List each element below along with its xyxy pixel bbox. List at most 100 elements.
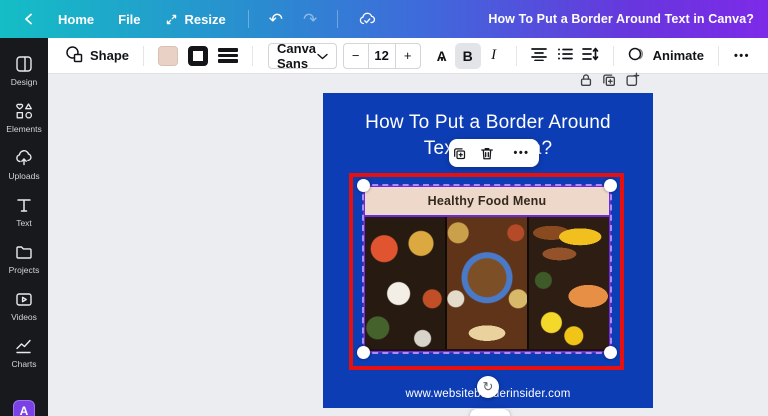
toolbar-divider <box>252 46 253 66</box>
app-a-icon: A <box>13 400 35 416</box>
resize-icon <box>165 13 178 26</box>
line-spacing-icon <box>582 47 599 64</box>
resize-handle-top-left[interactable] <box>357 179 370 192</box>
sidebar-item-elements[interactable]: Elements <box>0 94 48 141</box>
shape-button[interactable]: Shape <box>60 41 134 70</box>
selected-image-element[interactable]: Healthy Food Menu <box>363 185 611 353</box>
file-menu-button[interactable]: File <box>108 6 150 33</box>
bullet-list-icon <box>557 47 573 64</box>
fill-color-swatch[interactable] <box>158 46 178 66</box>
text-icon <box>14 195 34 215</box>
file-label: File <box>118 12 140 27</box>
resize-handle-bottom-right[interactable] <box>604 346 617 359</box>
document-title[interactable]: How To Put a Border Around Text in Canva… <box>488 12 754 26</box>
chevron-down-icon <box>317 48 328 63</box>
menu-header-banner: Healthy Food Menu <box>365 187 609 217</box>
sidebar-item-text[interactable]: Text <box>0 188 48 235</box>
chart-icon <box>14 336 34 356</box>
topbar-divider <box>337 10 338 28</box>
sidebar-item-charts[interactable]: Charts <box>0 329 48 376</box>
text-align-button[interactable] <box>526 43 552 69</box>
font-size-decrease-button[interactable]: − <box>344 44 368 68</box>
bullet-list-button[interactable] <box>552 43 578 69</box>
upload-cloud-icon <box>14 148 34 168</box>
border-weight-button[interactable] <box>218 46 238 66</box>
design-icon <box>14 54 34 74</box>
bold-icon: B <box>463 48 473 64</box>
toolbar-divider <box>718 46 719 66</box>
food-photo-right <box>529 217 609 349</box>
border-color-swatch[interactable] <box>188 46 208 66</box>
sidebar-label: Design <box>11 77 37 87</box>
sidebar-label: Uploads <box>8 171 39 181</box>
canva-editor-window: Home File Resize ↶ ↷ How To Put a Border… <box>0 0 768 416</box>
chevron-left-icon <box>22 12 36 26</box>
font-size-control: − 12 + <box>343 43 421 69</box>
context-toolbar: Shape Canva Sans − 12 + A B I <box>48 38 768 74</box>
sidebar-app-shortcut[interactable]: A <box>13 400 35 416</box>
toolbar-divider <box>516 46 517 66</box>
toolbar-more-button[interactable]: ••• <box>728 50 756 62</box>
animate-label: Animate <box>653 48 704 63</box>
cloud-save-status[interactable] <box>350 7 384 31</box>
toolbar-divider <box>143 46 144 66</box>
delete-element-button[interactable] <box>480 146 494 161</box>
text-color-icon: A <box>437 48 447 64</box>
line-spacing-button[interactable] <box>578 43 604 69</box>
font-size-value[interactable]: 12 <box>368 44 396 68</box>
elements-icon <box>14 101 34 121</box>
video-icon <box>14 289 34 309</box>
resize-button[interactable]: Resize <box>155 6 236 33</box>
redo-button[interactable]: ↷ <box>295 7 325 32</box>
food-collage-image <box>365 217 609 349</box>
font-family-select[interactable]: Canva Sans <box>268 43 337 69</box>
page-heading-line1: How To Put a Border Around <box>323 110 653 136</box>
redo-icon: ↷ <box>303 10 317 29</box>
lock-page-button[interactable] <box>578 72 594 88</box>
font-name: Canva Sans <box>277 41 317 71</box>
home-label: Home <box>58 12 94 27</box>
resize-handle-top-right[interactable] <box>604 179 617 192</box>
home-button[interactable]: Home <box>48 6 104 33</box>
font-size-increase-button[interactable]: + <box>396 44 420 68</box>
animate-icon <box>628 46 646 65</box>
undo-icon: ↶ <box>269 10 283 29</box>
add-page-button[interactable] <box>624 72 640 88</box>
duplicate-page-button[interactable] <box>601 72 617 88</box>
shape-icon <box>65 45 83 66</box>
design-page[interactable]: How To Put a Border Around Text in Canva… <box>323 93 653 408</box>
sidebar-label: Videos <box>11 312 37 322</box>
element-more-button[interactable]: ••• <box>507 147 535 159</box>
sidebar-item-design[interactable]: Design <box>0 47 48 94</box>
sidebar: Design Elements Uploads Text Projects <box>0 38 48 416</box>
undo-button[interactable]: ↶ <box>261 7 291 32</box>
back-button[interactable] <box>14 8 44 30</box>
topbar-divider <box>248 10 249 28</box>
cloud-check-icon <box>358 11 376 27</box>
resize-handle-bottom-left[interactable] <box>357 346 370 359</box>
sidebar-label: Text <box>16 218 32 228</box>
toolbar-divider <box>613 46 614 66</box>
bold-button[interactable]: B <box>455 43 481 69</box>
animate-button[interactable]: Animate <box>623 42 709 69</box>
sidebar-label: Elements <box>6 124 41 134</box>
rotate-handle[interactable]: ↻ <box>477 376 499 398</box>
element-floating-toolbar: ••• <box>449 139 539 167</box>
align-center-icon <box>531 47 547 64</box>
top-bar: Home File Resize ↶ ↷ How To Put a Border… <box>0 0 768 38</box>
folder-icon <box>14 242 34 262</box>
sidebar-label: Projects <box>9 265 40 275</box>
resize-label: Resize <box>185 12 226 27</box>
italic-icon: I <box>491 47 496 64</box>
food-photo-middle <box>447 217 527 349</box>
sidebar-item-projects[interactable]: Projects <box>0 235 48 282</box>
duplicate-element-button[interactable] <box>452 146 467 161</box>
bottom-floating-control[interactable] <box>470 409 510 416</box>
text-color-button[interactable]: A <box>429 43 455 69</box>
food-photo-left <box>365 217 445 349</box>
rotate-icon: ↻ <box>483 379 494 395</box>
shape-label: Shape <box>90 48 129 63</box>
italic-button[interactable]: I <box>481 43 507 69</box>
sidebar-item-uploads[interactable]: Uploads <box>0 141 48 188</box>
sidebar-item-videos[interactable]: Videos <box>0 282 48 329</box>
